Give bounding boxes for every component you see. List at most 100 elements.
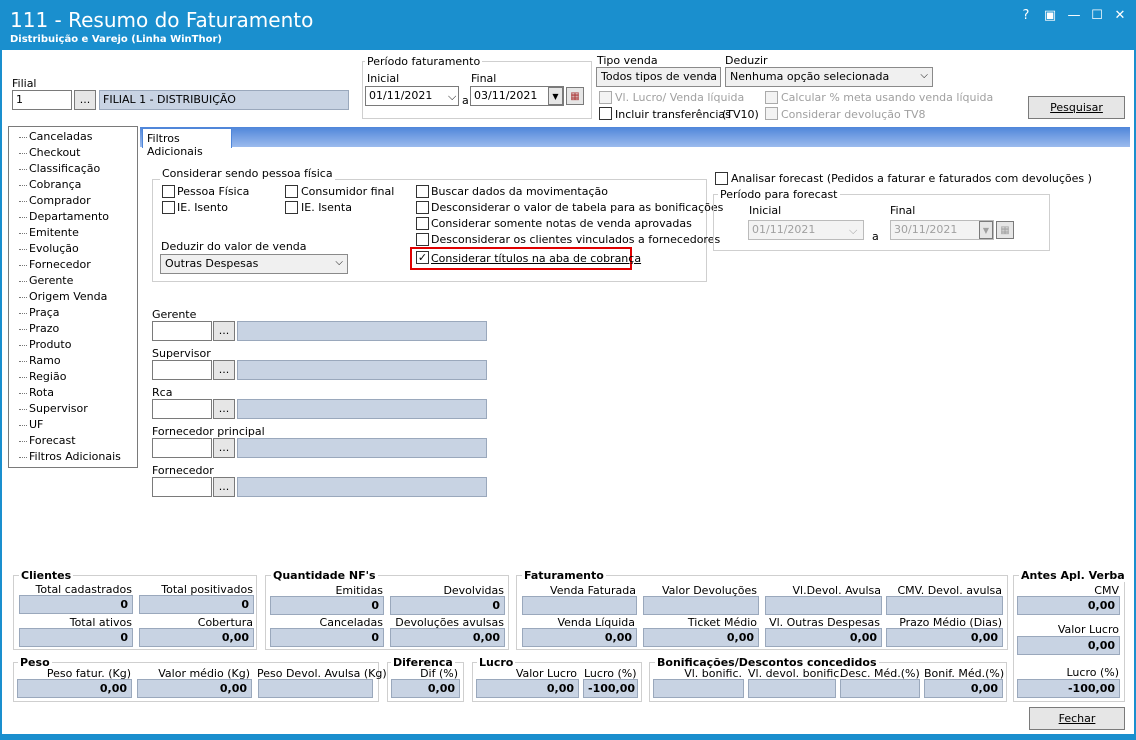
filial-code-input[interactable]: 1 bbox=[12, 90, 72, 110]
cobertura-value: 0,00 bbox=[139, 628, 254, 647]
gerente-label: Gerente bbox=[152, 308, 197, 321]
tree-item-cobranca[interactable]: Cobrança bbox=[29, 178, 81, 191]
chevron-down-icon[interactable]: ⌵ bbox=[448, 90, 456, 104]
tree-item-praca[interactable]: Praça bbox=[29, 306, 60, 319]
desc-clientes-checkbox[interactable] bbox=[416, 233, 429, 246]
rca-name-field bbox=[237, 399, 487, 419]
pessoa-fisica-label: Pessoa Física bbox=[177, 185, 250, 198]
tree-item-canceladas[interactable]: Canceladas bbox=[29, 130, 92, 143]
periodo-a-label: a bbox=[462, 94, 469, 107]
titulos-checkbox[interactable]: ✓ bbox=[416, 251, 429, 264]
gerente-lookup-button[interactable]: ... bbox=[213, 321, 235, 341]
consumidor-final-checkbox[interactable] bbox=[285, 185, 298, 198]
desc-tabela-label: Desconsiderar o valor de tabela para as … bbox=[431, 201, 724, 214]
tree-item-supervisor[interactable]: Supervisor bbox=[29, 402, 88, 415]
emitidas-value: 0 bbox=[270, 596, 384, 615]
help-icon[interactable]: ? bbox=[1017, 8, 1035, 24]
tree-item-origem-venda[interactable]: Origem Venda bbox=[29, 290, 107, 303]
supervisor-label: Supervisor bbox=[152, 347, 211, 360]
edit-icon[interactable]: ▣ bbox=[1041, 8, 1059, 24]
antes-lucro-pct-label: Lucro (%) bbox=[1066, 666, 1120, 679]
incluir-transferencias-label: Incluir transferências bbox=[615, 108, 731, 121]
gerente-name-field bbox=[237, 321, 487, 341]
window-subtitle: Distribuição e Varejo (Linha WinThor) bbox=[10, 34, 222, 45]
filial-lookup-button[interactable]: ... bbox=[74, 90, 96, 110]
desc-tabela-checkbox[interactable] bbox=[416, 201, 429, 214]
tree-item-ramo[interactable]: Ramo bbox=[29, 354, 61, 367]
tree-item-departamento[interactable]: Departamento bbox=[29, 210, 109, 223]
forecast-inicial-input[interactable]: 01/11/2021 bbox=[748, 220, 864, 240]
vl-devol-avulsa-value bbox=[765, 596, 882, 615]
tree-connector bbox=[19, 409, 27, 410]
incluir-transferencias-checkbox[interactable] bbox=[599, 107, 612, 120]
fechar-button[interactable]: Fechar bbox=[1029, 707, 1125, 730]
deduzir-select[interactable]: Nenhuma opção selecionada ⌵ bbox=[725, 67, 933, 87]
tipo-venda-select[interactable]: Todos tipos de venda ⌵ bbox=[596, 67, 721, 87]
supervisor-code-input[interactable] bbox=[152, 360, 212, 380]
vl-lucro-checkbox[interactable] bbox=[599, 91, 612, 104]
tree-item-emitente[interactable]: Emitente bbox=[29, 226, 79, 239]
tree-item-gerente[interactable]: Gerente bbox=[29, 274, 73, 287]
rca-code-input[interactable] bbox=[152, 399, 212, 419]
pesquisar-button[interactable]: Pesquisar bbox=[1028, 96, 1125, 119]
tree-item-comprador[interactable]: Comprador bbox=[29, 194, 91, 207]
tree-connector bbox=[19, 265, 27, 266]
close-icon[interactable]: ✕ bbox=[1111, 8, 1129, 24]
somente-notas-checkbox[interactable] bbox=[416, 217, 429, 230]
fornecedor-lookup-button[interactable]: ... bbox=[213, 477, 235, 497]
tree-connector bbox=[19, 361, 27, 362]
tree-item-prazo[interactable]: Prazo bbox=[29, 322, 59, 335]
tree-connector bbox=[19, 217, 27, 218]
chevron-down-icon: ⌵ bbox=[335, 257, 343, 268]
bottom-border bbox=[0, 734, 1136, 740]
tree-item-rota[interactable]: Rota bbox=[29, 386, 54, 399]
tree-connector bbox=[19, 329, 27, 330]
venda-faturada-value bbox=[522, 596, 637, 615]
tree-item-evolucao[interactable]: Evolução bbox=[29, 242, 79, 255]
calendar-icon[interactable]: ▦ bbox=[996, 221, 1014, 239]
tipo-venda-value: Todos tipos de venda bbox=[601, 70, 718, 83]
tree-item-produto[interactable]: Produto bbox=[29, 338, 71, 351]
clientes-title: Clientes bbox=[19, 569, 74, 582]
rca-lookup-button[interactable]: ... bbox=[213, 399, 235, 419]
minimize-icon[interactable]: — bbox=[1065, 8, 1083, 24]
venda-liquida-value: 0,00 bbox=[522, 628, 637, 647]
gerente-code-input[interactable] bbox=[152, 321, 212, 341]
tab-filtros-adicionais[interactable]: Filtros Adicionais bbox=[142, 128, 232, 158]
tree-connector bbox=[19, 441, 27, 442]
tree-item-filtros-adicionais[interactable]: Filtros Adicionais bbox=[29, 450, 121, 463]
periodo-inicial-label: Inicial bbox=[367, 72, 400, 85]
ie-isenta-checkbox[interactable] bbox=[285, 201, 298, 214]
periodo-inicial-input[interactable]: 01/11/2021 bbox=[365, 86, 459, 106]
analisar-forecast-checkbox[interactable] bbox=[715, 172, 728, 185]
tree-item-regiao[interactable]: Região bbox=[29, 370, 66, 383]
tree-item-forecast[interactable]: Forecast bbox=[29, 434, 76, 447]
fornecedor-principal-code-input[interactable] bbox=[152, 438, 212, 458]
calendar-icon[interactable]: ▦ bbox=[566, 87, 584, 105]
maximize-icon[interactable]: ☐ bbox=[1088, 8, 1106, 24]
fornecedor-label: Fornecedor bbox=[152, 464, 214, 477]
dropdown-arrow-icon[interactable]: ▼ bbox=[548, 87, 563, 105]
deduzir-venda-select[interactable]: Outras Despesas ⌵ bbox=[160, 254, 348, 274]
ie-isenta-label: IE. Isenta bbox=[301, 201, 352, 214]
tree-item-uf[interactable]: UF bbox=[29, 418, 43, 431]
desc-clientes-label: Desconsiderar os clientes vinculados a f… bbox=[431, 233, 721, 246]
dropdown-arrow-icon[interactable]: ▼ bbox=[979, 221, 993, 239]
tree-connector bbox=[19, 201, 27, 202]
fornecedor-code-input[interactable] bbox=[152, 477, 212, 497]
tree-item-classificacao[interactable]: Classificação bbox=[29, 162, 100, 175]
supervisor-lookup-button[interactable]: ... bbox=[213, 360, 235, 380]
calcular-meta-checkbox[interactable] bbox=[765, 91, 778, 104]
peso-devol-value bbox=[258, 679, 373, 698]
pessoa-fisica-checkbox[interactable] bbox=[162, 185, 175, 198]
fornecedor-principal-lookup-button[interactable]: ... bbox=[213, 438, 235, 458]
total-cadastrados-value: 0 bbox=[19, 595, 133, 614]
ie-isento-checkbox[interactable] bbox=[162, 201, 175, 214]
total-positivados-value: 0 bbox=[139, 595, 254, 614]
considerar-devolucao-checkbox[interactable] bbox=[765, 107, 778, 120]
tree-item-checkout[interactable]: Checkout bbox=[29, 146, 80, 159]
tree-item-fornecedor[interactable]: Fornecedor bbox=[29, 258, 91, 271]
periodo-final-label: Final bbox=[471, 72, 497, 85]
buscar-checkbox[interactable] bbox=[416, 185, 429, 198]
analisar-forecast-label: Analisar forecast (Pedidos a faturar e f… bbox=[731, 172, 1092, 185]
